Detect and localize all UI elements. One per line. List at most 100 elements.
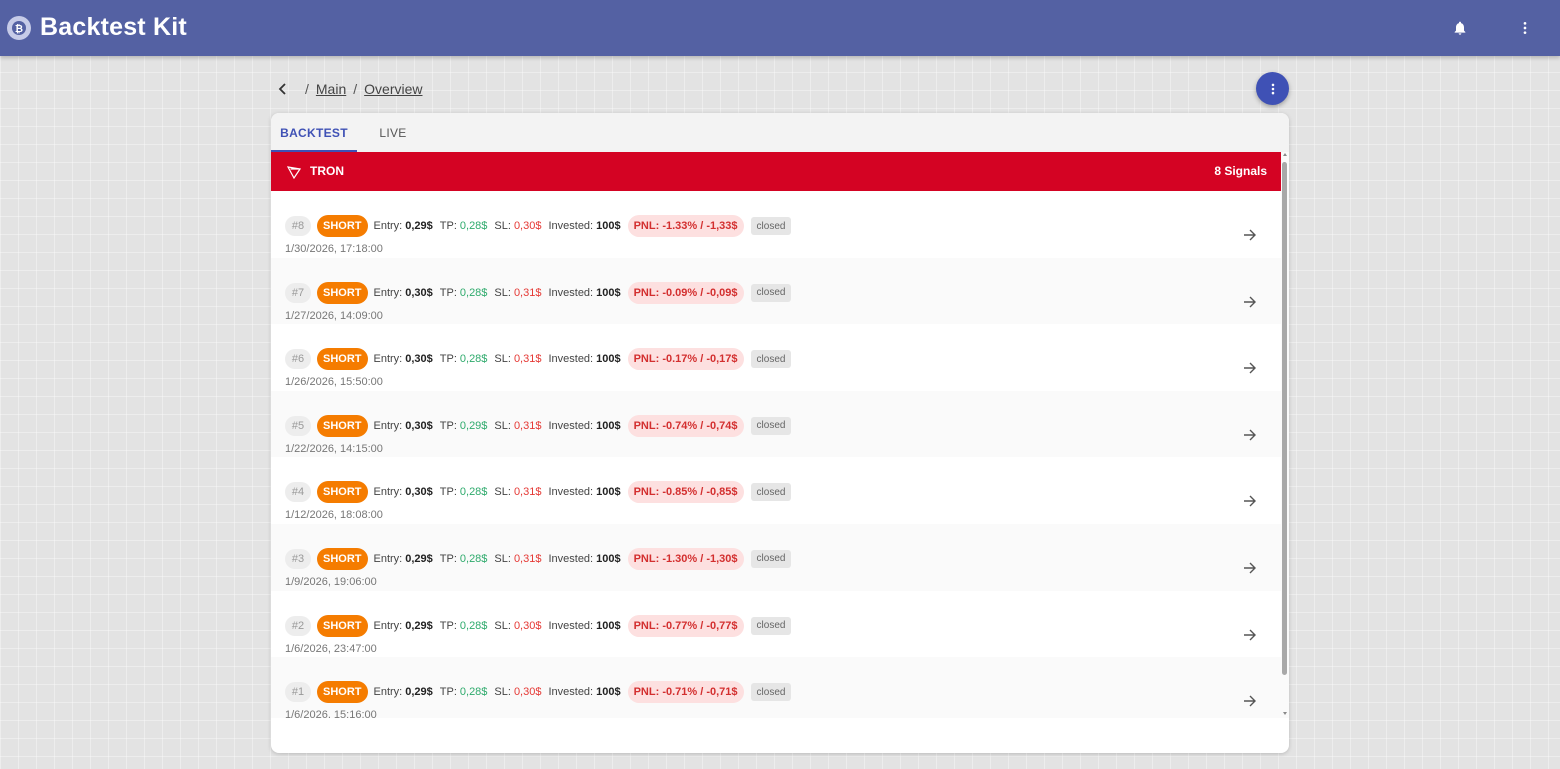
arrow-right-icon[interactable]	[1241, 426, 1259, 444]
actions-menu-button[interactable]	[1256, 72, 1289, 105]
tp-label: TP:	[439, 619, 457, 632]
signal-number: #2	[285, 615, 311, 636]
entry-label: Entry:	[373, 286, 403, 299]
signal-number: #6	[285, 349, 311, 370]
invested-label: Invested:	[548, 619, 594, 632]
arrow-right-icon[interactable]	[1241, 226, 1259, 244]
side-badge: SHORT	[317, 348, 368, 371]
svg-text:₿: ₿	[15, 23, 23, 35]
pnl-badge: PNL: -0.85% / -0,85$	[627, 481, 744, 504]
scroll-down-icon[interactable]	[1283, 712, 1287, 715]
signal-number: #5	[285, 415, 311, 436]
list-item[interactable]: #8 SHORT Entry: 0,29$ TP: 0,28$ SL: 0,30$ I…	[271, 191, 1281, 258]
status-badge: closed	[750, 350, 792, 369]
logo-icon: ₿	[7, 16, 31, 40]
group-header[interactable]: TRON 8 Signals	[271, 152, 1281, 191]
arrow-right-icon[interactable]	[1241, 626, 1259, 644]
entry-value: 0,30$	[405, 286, 433, 299]
invested-label: Invested:	[548, 353, 594, 366]
status-badge: closed	[750, 616, 792, 635]
more-vert-icon	[1271, 83, 1274, 94]
sl-label: SL:	[494, 286, 511, 299]
scroll-up-icon[interactable]	[1283, 153, 1287, 156]
status-badge: closed	[750, 283, 792, 302]
signal-number: #7	[285, 282, 311, 303]
list-item[interactable]: #6 SHORT Entry: 0,30$ TP: 0,28$ SL: 0,31$ I…	[271, 324, 1281, 391]
side-badge: SHORT	[317, 614, 368, 637]
tab-live[interactable]: LIVE	[357, 113, 429, 152]
list-item[interactable]: #7 SHORT Entry: 0,30$ TP: 0,28$ SL: 0,31$ I…	[271, 257, 1281, 325]
chevron-left-icon[interactable]	[276, 81, 290, 97]
signal-list: #8 SHORT Entry: 0,29$ TP: 0,28$ SL: 0,30$ I…	[271, 191, 1281, 718]
tp-label: TP:	[439, 486, 457, 499]
list-scrollbar[interactable]	[1281, 152, 1289, 718]
breadcrumb-link-overview[interactable]: Overview	[364, 81, 422, 97]
sl-value: 0,31$	[513, 353, 542, 366]
entry-value: 0,29$	[405, 552, 433, 565]
list-item[interactable]: #4 SHORT Entry: 0,30$ TP: 0,28$ SL: 0,31$ I…	[271, 457, 1281, 524]
bell-icon[interactable]	[1448, 16, 1472, 40]
tab-backtest[interactable]: BACKTEST	[271, 113, 357, 152]
invested-value: 100$	[596, 353, 621, 366]
sl-label: SL:	[494, 220, 511, 232]
pnl-badge: PNL: -0.09% / -0,09$	[627, 281, 744, 304]
tp-label: TP:	[439, 220, 457, 232]
status-badge: closed	[750, 483, 792, 502]
status-badge: closed	[750, 416, 792, 435]
entry-label: Entry:	[373, 419, 403, 432]
list-item[interactable]: #5 SHORT Entry: 0,30$ TP: 0,29$ SL: 0,31$ I…	[271, 390, 1281, 458]
arrow-right-icon[interactable]	[1241, 559, 1259, 577]
signal-date: 1/27/2026, 14:09:00	[285, 309, 383, 322]
status-badge: closed	[750, 217, 792, 235]
side-badge: SHORT	[317, 481, 368, 504]
invested-label: Invested:	[548, 552, 594, 565]
entry-label: Entry:	[373, 619, 403, 632]
arrow-right-icon[interactable]	[1241, 492, 1259, 510]
signal-number: #4	[285, 482, 311, 503]
more-vert-icon[interactable]	[1513, 16, 1537, 40]
entry-value: 0,29$	[405, 220, 433, 232]
signal-date: 1/12/2026, 18:08:00	[285, 509, 383, 522]
invested-value: 100$	[596, 286, 621, 299]
entry-label: Entry:	[373, 486, 403, 499]
tp-value: 0,28$	[459, 220, 488, 232]
tron-icon	[286, 165, 302, 180]
pnl-badge: PNL: -0.77% / -0,77$	[627, 614, 744, 637]
breadcrumb-separator: /	[353, 81, 358, 97]
invested-value: 100$	[596, 686, 621, 699]
arrow-right-icon[interactable]	[1241, 293, 1259, 311]
tp-value: 0,28$	[459, 286, 488, 299]
signal-number: #8	[285, 216, 311, 236]
arrow-right-icon[interactable]	[1241, 692, 1259, 710]
side-badge: SHORT	[317, 215, 368, 237]
signal-date: 1/6/2026, 23:47:00	[285, 642, 377, 655]
app-bar: ₿ Backtest Kit	[0, 0, 1560, 56]
group-name: TRON	[310, 164, 344, 178]
invested-value: 100$	[596, 419, 621, 432]
status-badge: closed	[750, 549, 792, 568]
sl-value: 0,30$	[513, 686, 542, 699]
invested-value: 100$	[596, 619, 621, 632]
list-item[interactable]: #1 SHORT Entry: 0,29$ TP: 0,28$ SL: 0,30$ I…	[271, 657, 1281, 718]
sl-value: 0,31$	[513, 486, 542, 499]
arrow-right-icon[interactable]	[1241, 359, 1259, 377]
sl-label: SL:	[494, 686, 511, 699]
breadcrumb-link-main[interactable]: Main	[316, 81, 346, 97]
sl-label: SL:	[494, 353, 511, 366]
side-badge: SHORT	[317, 547, 368, 570]
side-badge: SHORT	[317, 281, 368, 304]
app-title: Backtest Kit	[40, 13, 187, 41]
invested-label: Invested:	[548, 486, 594, 499]
tp-value: 0,28$	[459, 353, 488, 366]
pnl-badge: PNL: -0.74% / -0,74$	[627, 414, 744, 437]
entry-label: Entry:	[373, 353, 403, 366]
list-item[interactable]: #2 SHORT Entry: 0,29$ TP: 0,28$ SL: 0,30$ I…	[271, 591, 1281, 658]
pnl-badge: PNL: -0.71% / -0,71$	[627, 681, 744, 704]
signal-number: #3	[285, 548, 311, 569]
signal-number: #1	[285, 682, 311, 703]
tp-value: 0,28$	[459, 686, 488, 699]
list-item[interactable]: #3 SHORT Entry: 0,29$ TP: 0,28$ SL: 0,31$ I…	[271, 523, 1281, 591]
tp-label: TP:	[439, 353, 457, 366]
scroll-thumb[interactable]	[1282, 162, 1287, 675]
entry-value: 0,30$	[405, 486, 433, 499]
